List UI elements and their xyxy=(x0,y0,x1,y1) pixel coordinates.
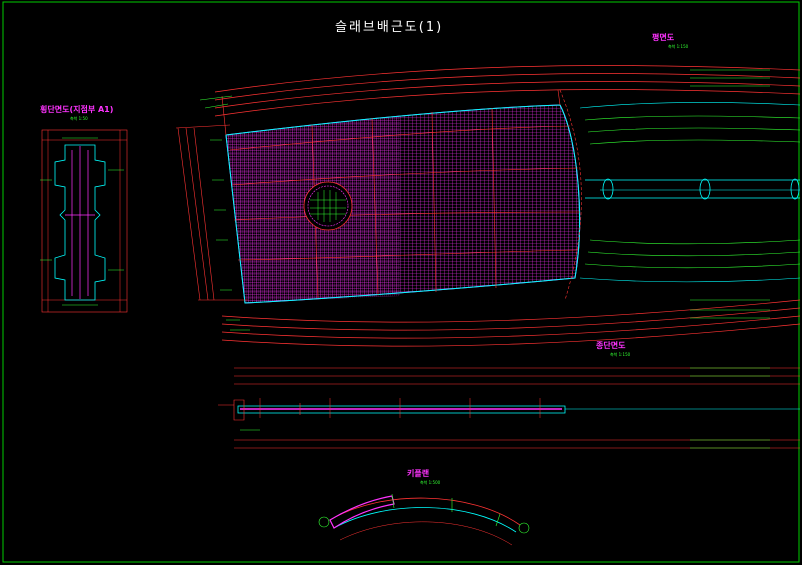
long-section-left-end xyxy=(218,399,301,421)
key-plan-arc-outer xyxy=(329,497,521,526)
cross-section-rebar xyxy=(65,146,95,299)
long-section-labels xyxy=(240,367,770,449)
long-section-bottom-lines xyxy=(234,439,800,449)
slab-opening-circle xyxy=(303,181,353,231)
cross-section-title: 횡단면도(지점부 A1) xyxy=(40,105,114,114)
key-plan-arc-inner xyxy=(333,507,517,533)
cross-section-frame xyxy=(41,129,128,313)
key-plan-scale: 축척 1:500 xyxy=(420,480,441,485)
cross-section-dim-lines xyxy=(42,130,127,312)
cross-section-view xyxy=(40,129,128,313)
cross-section-scale: 축척 1:50 xyxy=(70,116,88,121)
key-plan-view xyxy=(318,493,530,546)
cross-section-labels xyxy=(40,137,124,306)
plan-right-annotations xyxy=(690,69,770,319)
longitudinal-section-view xyxy=(218,367,800,449)
drawing-title: 슬래브배근도(1) xyxy=(335,20,444,35)
plan-view xyxy=(175,65,801,347)
key-plan-marker-left xyxy=(318,516,330,528)
key-plan-dimension xyxy=(339,521,513,546)
longitudinal-section-title: 종단면도 xyxy=(596,341,626,350)
key-plan-title: 키플랜 xyxy=(407,469,430,478)
pipe-outline xyxy=(585,178,800,200)
drawing-sheet xyxy=(2,1,801,563)
long-section-ticks xyxy=(259,398,541,418)
longitudinal-section-scale: 축척 1:150 xyxy=(610,352,631,357)
plan-view-scale: 축척 1:150 xyxy=(668,44,689,49)
plan-view-title: 평면도 xyxy=(652,33,675,42)
key-plan-marker-right xyxy=(518,522,530,534)
